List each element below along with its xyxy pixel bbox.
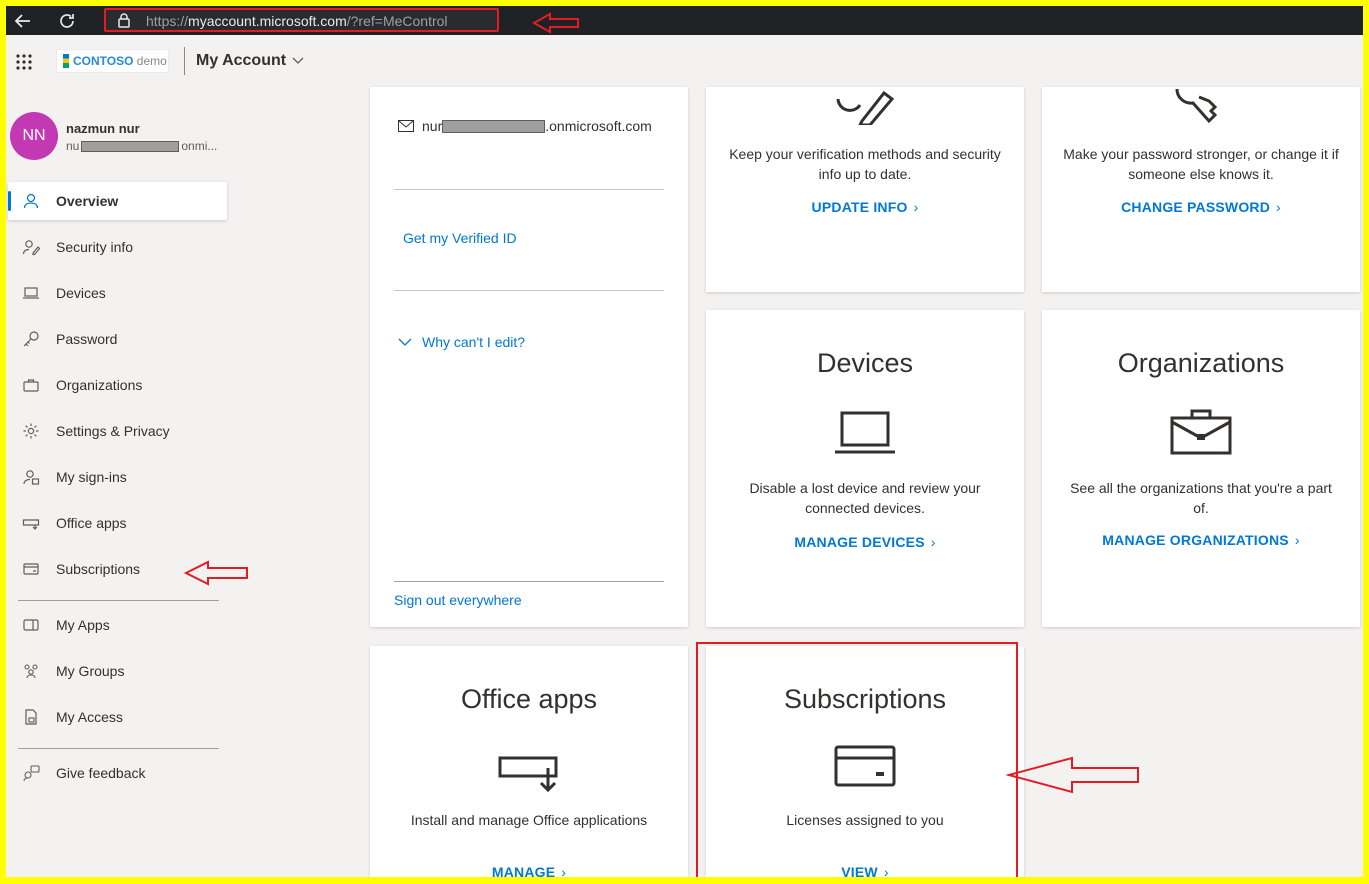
divider xyxy=(394,290,664,291)
annotation-arrow-subscriptions-card xyxy=(1005,755,1142,800)
card-description: See all the organizations that you're a … xyxy=(1070,480,1332,516)
card-title: Devices xyxy=(816,348,914,378)
lock-icon xyxy=(116,12,132,28)
sidebar-divider xyxy=(18,600,219,601)
user-email: nu onmi... xyxy=(66,139,218,153)
update-info-link[interactable]: UPDATE INFO › xyxy=(706,199,1024,215)
key-icon xyxy=(22,330,40,348)
back-icon[interactable] xyxy=(12,10,34,32)
groups-icon xyxy=(22,662,40,680)
avatar[interactable]: NN xyxy=(10,112,58,160)
profile-email: nur .onmicrosoft.com xyxy=(398,118,652,134)
sign-ins-icon xyxy=(22,468,40,486)
sidebar-item-my-sign-ins[interactable]: My sign-ins xyxy=(8,458,227,496)
sidebar-item-label: Organizations xyxy=(56,377,143,393)
briefcase-icon xyxy=(22,376,40,394)
card-description: Make your password stronger, or change i… xyxy=(1063,146,1339,182)
card-icon xyxy=(22,560,40,578)
sidebar-item-my-access[interactable]: My Access xyxy=(8,698,227,736)
sidebar-item-organizations[interactable]: Organizations xyxy=(8,366,227,404)
sidebar-item-label: Subscriptions xyxy=(56,561,141,577)
sidebar-item-give-feedback[interactable]: Give feedback xyxy=(8,754,227,792)
redaction-bar xyxy=(81,141,180,153)
sidebar-item-label: Office apps xyxy=(56,515,127,531)
my-apps-icon xyxy=(22,616,40,634)
access-icon xyxy=(22,708,40,726)
sidebar-item-label: Password xyxy=(56,331,118,347)
sidebar-item-office-apps[interactable]: Office apps xyxy=(8,504,227,542)
gear-icon xyxy=(22,422,40,440)
mail-icon xyxy=(398,120,414,132)
user-name: nazmun nur xyxy=(66,121,140,136)
card-description: Keep your verification methods and secur… xyxy=(729,146,1001,182)
profile-card: nur .onmicrosoft.com Get my Verified ID W… xyxy=(370,87,688,627)
sidebar: NN nazmun nur nu onmi... Overview Securit… xyxy=(6,87,248,877)
sidebar-item-label: My Apps xyxy=(56,617,110,633)
security-info-icon xyxy=(22,238,40,256)
tenant-logo[interactable]: CONTOSO demo xyxy=(56,49,169,73)
card-description: Disable a lost device and review your co… xyxy=(749,480,981,516)
why-cant-edit-toggle[interactable]: Why can't I edit? xyxy=(398,334,525,350)
redaction-bar xyxy=(442,119,546,133)
app-launcher-icon[interactable] xyxy=(14,52,34,72)
organizations-card: Organizations See all the organizations … xyxy=(1042,310,1360,627)
laptop-icon xyxy=(22,284,40,302)
browser-window: https://myaccount.microsoft.com/?ref=MeC… xyxy=(6,6,1363,877)
security-info-card: Keep your verification methods and secur… xyxy=(706,87,1024,292)
office-apps-card: Office apps Install and manage Office ap… xyxy=(370,646,688,877)
devices-card: Devices Disable a lost device and review… xyxy=(706,310,1024,627)
sidebar-item-label: Overview xyxy=(56,193,119,209)
briefcase-icon xyxy=(1170,409,1232,455)
address-bar[interactable]: https://myaccount.microsoft.com/?ref=MeC… xyxy=(104,8,499,32)
manage-organizations-link[interactable]: MANAGE ORGANIZATIONS › xyxy=(1042,532,1360,548)
security-info-icon xyxy=(836,90,895,125)
sidebar-item-label: Security info xyxy=(56,239,134,255)
card-title: Office apps xyxy=(460,684,598,714)
chevron-down-icon xyxy=(292,57,304,64)
sidebar-divider xyxy=(18,748,219,749)
sidebar-item-devices[interactable]: Devices xyxy=(8,274,227,312)
contoso-logo-icon xyxy=(63,54,69,68)
sidebar-item-label: My Access xyxy=(56,709,123,725)
sidebar-item-my-groups[interactable]: My Groups xyxy=(8,652,227,690)
browser-toolbar: https://myaccount.microsoft.com/?ref=MeC… xyxy=(6,6,1363,35)
app-title-dropdown[interactable]: My Account xyxy=(196,52,304,70)
sidebar-item-label: Give feedback xyxy=(56,765,146,781)
url-text: https://myaccount.microsoft.com/?ref=MeC… xyxy=(146,13,448,29)
person-icon xyxy=(22,192,40,210)
divider xyxy=(394,189,664,190)
sidebar-item-overview[interactable]: Overview xyxy=(8,182,227,220)
card-description: Install and manage Office applications xyxy=(410,812,648,828)
sidebar-item-password[interactable]: Password xyxy=(8,320,227,358)
change-password-link[interactable]: CHANGE PASSWORD › xyxy=(1042,199,1360,215)
header-divider xyxy=(184,47,185,75)
verified-id-link[interactable]: Get my Verified ID xyxy=(403,230,517,246)
password-card: Make your password stronger, or change i… xyxy=(1042,87,1360,292)
laptop-icon xyxy=(835,411,895,454)
card-title: Organizations xyxy=(1117,348,1285,378)
annotation-arrow-subscriptions-nav xyxy=(183,559,250,592)
sidebar-item-label: My sign-ins xyxy=(56,469,127,485)
refresh-icon[interactable] xyxy=(56,10,78,32)
manage-office-apps-link[interactable]: MANAGE › xyxy=(370,864,688,877)
app-header: CONTOSO demo My Account xyxy=(6,35,1363,87)
sidebar-item-my-apps[interactable]: My Apps xyxy=(8,606,227,644)
feedback-icon xyxy=(22,764,40,782)
sidebar-item-label: Settings & Privacy xyxy=(56,423,170,439)
annotation-highlight-box xyxy=(696,642,1018,877)
key-icon xyxy=(1175,88,1218,124)
manage-devices-link[interactable]: MANAGE DEVICES › xyxy=(706,534,1024,550)
office-apps-icon xyxy=(22,514,40,532)
app-title: My Account xyxy=(196,52,287,69)
office-apps-icon xyxy=(498,756,558,793)
sidebar-item-label: My Groups xyxy=(56,663,125,679)
divider xyxy=(394,581,664,582)
sign-out-everywhere-link[interactable]: Sign out everywhere xyxy=(394,592,522,608)
chevron-down-icon xyxy=(398,338,412,346)
sidebar-item-security-info[interactable]: Security info xyxy=(8,228,227,266)
sidebar-item-settings-privacy[interactable]: Settings & Privacy xyxy=(8,412,227,450)
sidebar-item-label: Devices xyxy=(56,285,106,301)
